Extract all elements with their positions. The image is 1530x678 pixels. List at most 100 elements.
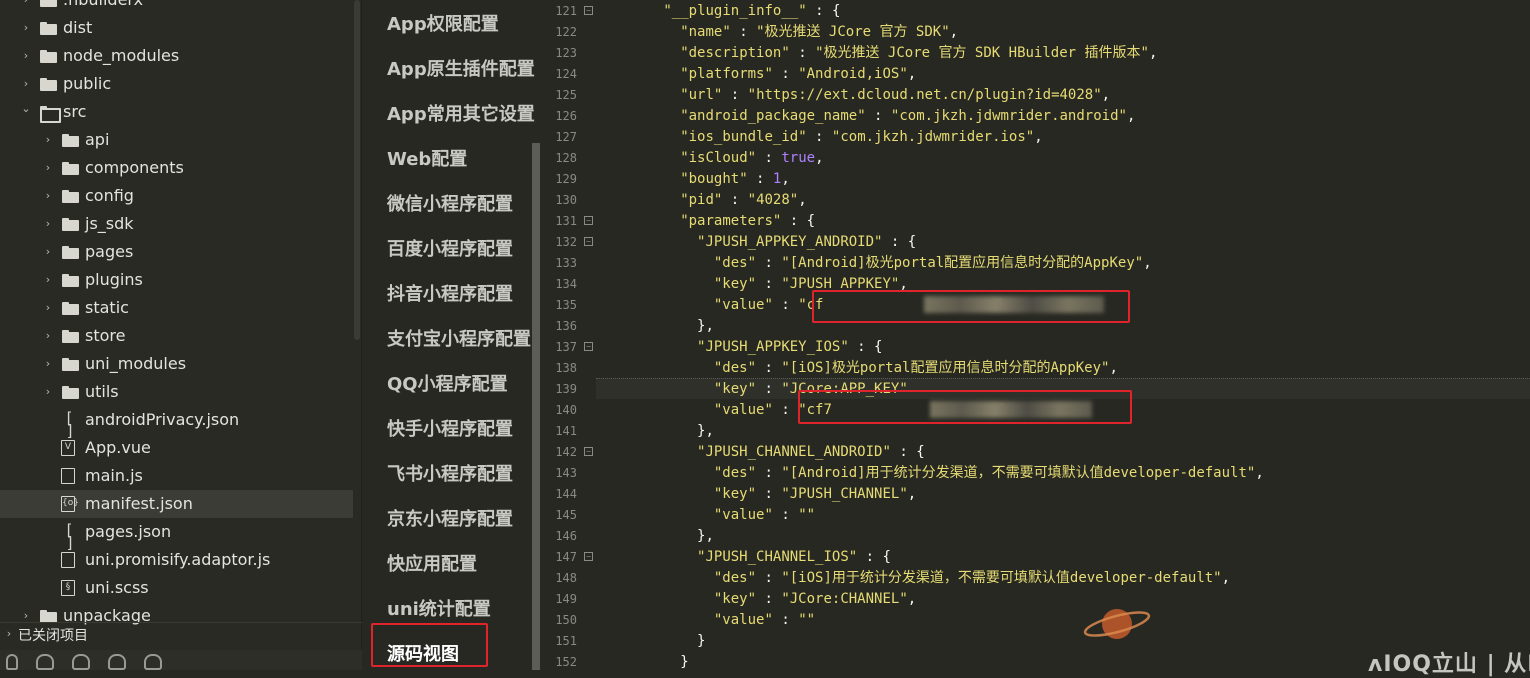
globe-icon[interactable] [144,654,162,670]
fold-toggle-icon[interactable]: − [584,237,593,246]
fold-toggle-icon[interactable]: − [584,6,593,15]
code-line[interactable]: "des" : "[iOS]极光portal配置应用信息时分配的AppKey", [596,358,1118,379]
closed-projects-section[interactable]: › 已关闭项目 [0,622,362,646]
tree-folder-node-modules[interactable]: › node_modules [0,42,353,70]
chevron-right-icon[interactable]: › [43,386,53,397]
tree-file-uni-promisify-adaptor-js[interactable]: uni.promisify.adaptor.js [0,546,353,574]
chevron-right-icon[interactable]: › [43,330,53,341]
tree-file-androidprivacy-json[interactable]: [ ] androidPrivacy.json [0,406,353,439]
tree-file-pages-json[interactable]: [ ] pages.json [0,518,353,551]
tree-file-uni-scss[interactable]: § uni.scss [0,574,353,602]
chevron-right-icon[interactable]: › [43,246,53,257]
folder-icon [40,50,57,63]
chevron-right-icon[interactable]: › [43,218,53,229]
chevron-right-icon[interactable]: › [21,50,31,61]
settings-nav-item[interactable]: 微信小程序配置 [387,190,513,216]
code-line[interactable]: }, [596,526,714,547]
code-line[interactable]: "platforms" : "Android,iOS", [596,64,916,85]
tree-folder-hbuilderx[interactable]: › .hbuilderx [0,0,353,14]
code-line[interactable]: "JPUSH_CHANNEL_IOS" : { [596,547,891,568]
code-line[interactable]: }, [596,316,714,337]
code-line[interactable]: "value" : "" [596,505,815,526]
code-editor[interactable]: 121−122 123 124 125 126 127 128 129 130 131−132−1… [541,0,1530,670]
code-line[interactable]: "description" : "极光推送 JCore 官方 SDK HBuil… [596,43,1157,64]
tree-folder-dist[interactable]: › dist [0,14,353,42]
code-line[interactable]: "android_package_name" : "com.jkzh.jdwmr… [596,106,1135,127]
refresh-icon[interactable] [108,654,126,670]
settings-nav-item[interactable]: 飞书小程序配置 [387,460,513,486]
line-number: 122 [555,25,577,39]
fold-toggle-icon[interactable]: − [584,447,593,456]
code-line[interactable]: } [596,631,705,652]
settings-nav-item[interactable]: App原生插件配置 [387,55,535,81]
settings-nav-item[interactable]: App常用其它设置 [387,100,535,126]
code-line[interactable]: "isCloud" : true, [596,148,823,169]
settings-nav-item[interactable]: 抖音小程序配置 [387,280,513,306]
settings-nav-item[interactable]: Web配置 [387,145,467,171]
chevron-right-icon[interactable]: › [43,190,53,201]
folder-icon [62,302,79,315]
folder-icon [62,274,79,287]
code-line[interactable]: "parameters" : { [596,211,815,232]
tree-item-label: uni_modules [85,354,187,373]
code-line[interactable]: "JPUSH_APPKEY_ANDROID" : { [596,232,916,253]
chevron-right-icon[interactable]: › [21,22,31,33]
explorer-scrollbar[interactable] [354,0,360,340]
chevron-right-icon[interactable]: › [43,134,53,145]
fold-toggle-icon[interactable]: − [584,342,593,351]
settings-nav-item[interactable]: QQ小程序配置 [387,370,508,396]
tree-folder-pages[interactable]: › pages [0,238,353,266]
fold-toggle-icon[interactable]: − [584,216,593,225]
chevron-right-icon[interactable]: › [21,610,31,621]
chevron-right-icon[interactable]: › [43,358,53,369]
settings-nav-item[interactable]: uni统计配置 [387,595,491,621]
chevron-right-icon[interactable]: › [43,302,53,313]
settings-nav-item[interactable]: 百度小程序配置 [387,235,513,261]
bug-icon[interactable] [72,654,90,670]
tree-folder-js-sdk[interactable]: › js_sdk [0,210,353,238]
tree-folder-src[interactable]: ⌄ src [0,98,353,126]
code-line[interactable]: "__plugin_info__" : { [596,1,840,22]
code-line[interactable]: "pid" : "4028", [596,190,806,211]
chevron-right-icon[interactable]: › [21,78,31,89]
settings-nav-item[interactable]: App权限配置 [387,10,499,36]
code-line[interactable]: "JPUSH_CHANNEL_ANDROID" : { [596,442,925,463]
tree-file-app-vue[interactable]: V App.vue [0,434,353,462]
code-line[interactable]: "bought" : 1, [596,169,790,190]
settings-nav-item[interactable]: 京东小程序配置 [387,505,513,531]
tree-file-manifest-json[interactable]: {o} manifest.json [0,490,353,518]
tree-folder-config[interactable]: › config [0,182,353,210]
tree-folder-utils[interactable]: › utils [0,378,353,406]
nav-scrollbar[interactable] [532,143,540,670]
tree-folder-api[interactable]: › api [0,126,353,154]
tree-folder-plugins[interactable]: › plugins [0,266,353,294]
code-line[interactable]: "ios_bundle_id" : "com.jkzh.jdwmrider.io… [596,127,1042,148]
chevron-right-icon[interactable]: › [43,274,53,285]
tree-folder-public[interactable]: › public [0,70,353,98]
tree-folder-uni-modules[interactable]: › uni_modules [0,350,353,378]
tree-folder-static[interactable]: › static [0,294,353,322]
code-line[interactable]: "url" : "https://ext.dcloud.net.cn/plugi… [596,85,1110,106]
code-line[interactable]: "value" : "" [596,610,815,631]
code-line[interactable]: "des" : "[Android]用于统计分发渠道，不需要可填默认值devel… [596,463,1264,484]
chevron-right-icon[interactable]: › [43,162,53,173]
code-line[interactable]: "key" : "JPUSH_CHANNEL", [596,484,916,505]
code-line[interactable]: }, [596,421,714,442]
settings-nav-item[interactable]: 快应用配置 [387,550,477,576]
tree-file-main-js[interactable]: main.js [0,462,353,490]
code-line[interactable]: "key" : "JCore:CHANNEL", [596,589,916,610]
sidebar-toggle-icon[interactable] [6,654,18,670]
chevron-down-icon[interactable]: ⌄ [21,103,31,114]
fold-toggle-icon[interactable]: − [584,552,593,561]
settings-nav-item[interactable]: 快手小程序配置 [387,415,513,441]
code-line[interactable]: "des" : "[Android]极光portal配置应用信息时分配的AppK… [596,253,1152,274]
code-line[interactable]: "name" : "极光推送 JCore 官方 SDK", [596,22,958,43]
code-line[interactable]: "JPUSH_APPKEY_IOS" : { [596,337,882,358]
tree-folder-store[interactable]: › store [0,322,353,350]
file-icon [61,552,75,568]
chevron-right-icon[interactable]: › [21,0,31,5]
code-line[interactable]: "des" : "[iOS]用于统计分发渠道，不需要可填默认值developer… [596,568,1230,589]
tree-folder-components[interactable]: › components [0,154,353,182]
settings-nav-item[interactable]: 支付宝小程序配置 [387,325,531,351]
robot-icon[interactable] [36,654,54,670]
